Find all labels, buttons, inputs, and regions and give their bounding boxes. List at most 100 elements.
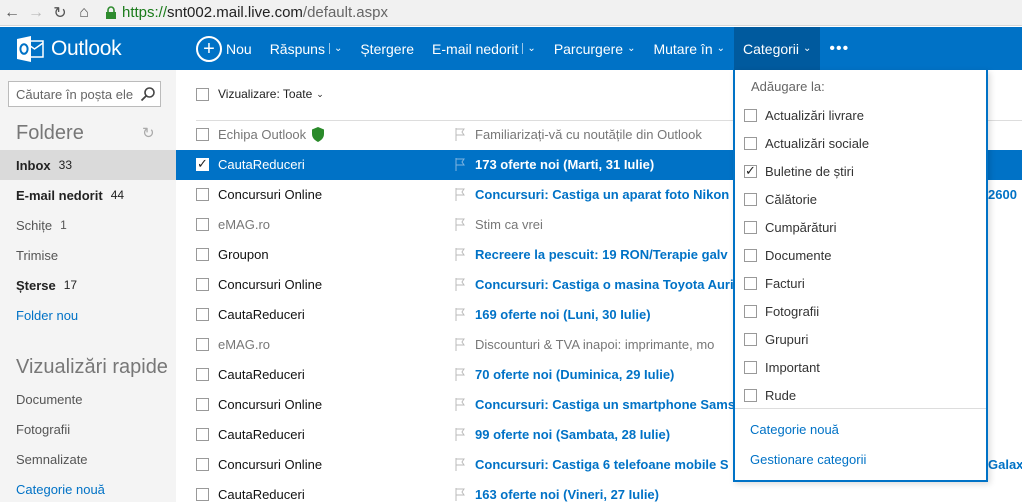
refresh-icon[interactable]: ↻ <box>142 124 155 142</box>
category-label: Călătorie <box>765 191 818 207</box>
category-item[interactable]: Facturi <box>735 269 986 297</box>
category-item[interactable]: Actualizări livrare <box>735 101 986 129</box>
row-checkbox[interactable] <box>196 218 209 231</box>
home-icon[interactable]: ⌂ <box>72 1 96 25</box>
categories-button[interactable]: Categorii ⌄ <box>734 27 821 70</box>
row-checkbox[interactable] <box>196 458 209 471</box>
new-category-link[interactable]: Categorie nouă <box>0 474 176 502</box>
row-checkbox[interactable] <box>196 156 209 172</box>
category-checkbox[interactable] <box>744 163 757 179</box>
category-item[interactable]: Rude <box>735 381 986 409</box>
quickview-flagged[interactable]: Semnalizate <box>0 444 176 474</box>
category-checkbox[interactable] <box>744 360 757 374</box>
row-checkbox[interactable] <box>196 308 209 321</box>
folder-sent[interactable]: Trimise <box>0 240 176 270</box>
flag-icon[interactable] <box>455 458 465 471</box>
category-checkbox[interactable] <box>744 304 757 318</box>
flag-icon[interactable] <box>455 488 465 501</box>
category-item[interactable]: Buletine de știri <box>735 157 986 185</box>
row-checkbox[interactable] <box>196 188 209 201</box>
sender: Groupon <box>218 247 269 262</box>
category-item[interactable]: Fotografii <box>735 297 986 325</box>
category-checkbox[interactable] <box>744 108 757 122</box>
chevron-down-icon[interactable]: ⌄ <box>328 43 342 54</box>
sender-text: Echipa Outlook <box>218 127 307 142</box>
category-item[interactable]: Grupuri <box>735 325 986 353</box>
chevron-down-icon[interactable]: ⌄ <box>522 43 536 54</box>
flag-icon[interactable] <box>455 128 465 141</box>
row-checkbox[interactable] <box>196 368 209 381</box>
quick-views-heading[interactable]: Vizualizări rapide <box>16 356 168 379</box>
reply-button[interactable]: Răspuns ⌄ <box>261 27 352 70</box>
folders-heading[interactable]: Foldere <box>16 122 84 145</box>
chevron-down-icon: ⌄ <box>716 43 725 54</box>
category-checkbox[interactable] <box>744 388 757 402</box>
new-folder-link[interactable]: Folder nou <box>0 300 176 330</box>
folder-label: Trimise <box>16 247 59 263</box>
flag-icon[interactable] <box>455 308 465 321</box>
folder-deleted[interactable]: Șterse 17 <box>0 270 176 300</box>
category-checkbox[interactable] <box>744 220 757 234</box>
row-checkbox[interactable] <box>196 488 209 501</box>
flag-icon[interactable] <box>455 218 465 231</box>
quickview-documents[interactable]: Documente <box>0 384 176 414</box>
flag-icon[interactable] <box>455 368 465 381</box>
search-icon[interactable] <box>140 86 156 102</box>
quickview-photos[interactable]: Fotografii <box>0 414 176 444</box>
flag-icon[interactable] <box>455 158 465 171</box>
flag-icon[interactable] <box>455 398 465 411</box>
folder-junk[interactable]: E-mail nedorit 44 <box>0 180 176 210</box>
category-item[interactable]: Important <box>735 353 986 381</box>
reload-icon[interactable]: ↻ <box>48 1 72 25</box>
outlook-logo[interactable]: Outlook <box>0 34 176 64</box>
category-item[interactable]: Actualizări sociale <box>735 129 986 157</box>
new-category-link[interactable]: Categorie nouă <box>750 422 839 437</box>
filter-label: Vizualizare: Toate <box>218 87 313 101</box>
forward-icon[interactable]: → <box>24 1 48 25</box>
flag-icon[interactable] <box>455 248 465 261</box>
subject: 99 oferte noi (Sambata, 28 Iulie) <box>475 427 671 442</box>
category-checkbox[interactable] <box>744 248 757 262</box>
category-checkbox[interactable] <box>744 276 757 290</box>
message-row[interactable]: CautaReduceri 163 oferte noi (Vineri, 27… <box>176 480 1022 502</box>
move-to-button[interactable]: Mutare în ⌄ <box>644 27 734 70</box>
search-input[interactable]: Căutare în poșta ele <box>8 81 161 107</box>
unread-count: 44 <box>110 188 125 202</box>
more-actions-button[interactable]: ••• <box>820 27 858 70</box>
folder-pane: Căutare în poșta ele Foldere ↻ Inbox 33 … <box>0 70 176 502</box>
folder-label: E-mail nedorit <box>16 187 103 203</box>
row-checkbox[interactable] <box>196 248 209 261</box>
folder-inbox[interactable]: Inbox 33 <box>0 150 176 180</box>
row-checkbox[interactable] <box>196 398 209 411</box>
flag-icon[interactable] <box>455 278 465 291</box>
sweep-button[interactable]: Parcurgere ⌄ <box>545 27 645 70</box>
select-all-checkbox[interactable] <box>196 87 209 101</box>
menu-divider <box>735 408 986 409</box>
view-filter[interactable]: Vizualizare: Toate ⌄ <box>196 87 324 101</box>
subject: Concursuri: Castiga un smartphone Sams <box>475 397 736 412</box>
category-item[interactable]: Documente <box>735 241 986 269</box>
back-icon[interactable]: ← <box>0 1 24 25</box>
category-label: Grupuri <box>765 331 809 347</box>
new-button[interactable]: + Nou <box>176 27 261 70</box>
junk-button[interactable]: E-mail nedorit ⌄ <box>423 27 545 70</box>
row-checkbox[interactable] <box>196 128 209 141</box>
delete-button[interactable]: Ștergere <box>351 27 423 70</box>
category-checkbox[interactable] <box>744 332 757 346</box>
address-bar[interactable]: https://snt002.mail.live.com/default.asp… <box>102 2 388 24</box>
category-item[interactable]: Cumpărături <box>735 213 986 241</box>
category-checkbox[interactable] <box>744 136 757 150</box>
new-label: Nou <box>226 40 252 57</box>
flag-icon[interactable] <box>455 338 465 351</box>
manage-categories-link[interactable]: Gestionare categorii <box>750 452 866 467</box>
category-item[interactable]: Călătorie <box>735 185 986 213</box>
category-checkbox[interactable] <box>744 192 757 206</box>
row-checkbox[interactable] <box>196 278 209 291</box>
row-checkbox[interactable] <box>196 428 209 441</box>
row-checkbox[interactable] <box>196 338 209 351</box>
subject: 169 oferte noi (Luni, 30 Iulie) <box>475 307 651 322</box>
folder-drafts[interactable]: Schițe 1 <box>0 210 176 240</box>
flag-icon[interactable] <box>455 188 465 201</box>
flag-icon[interactable] <box>455 428 465 441</box>
sweep-label: Parcurgere <box>553 40 624 57</box>
